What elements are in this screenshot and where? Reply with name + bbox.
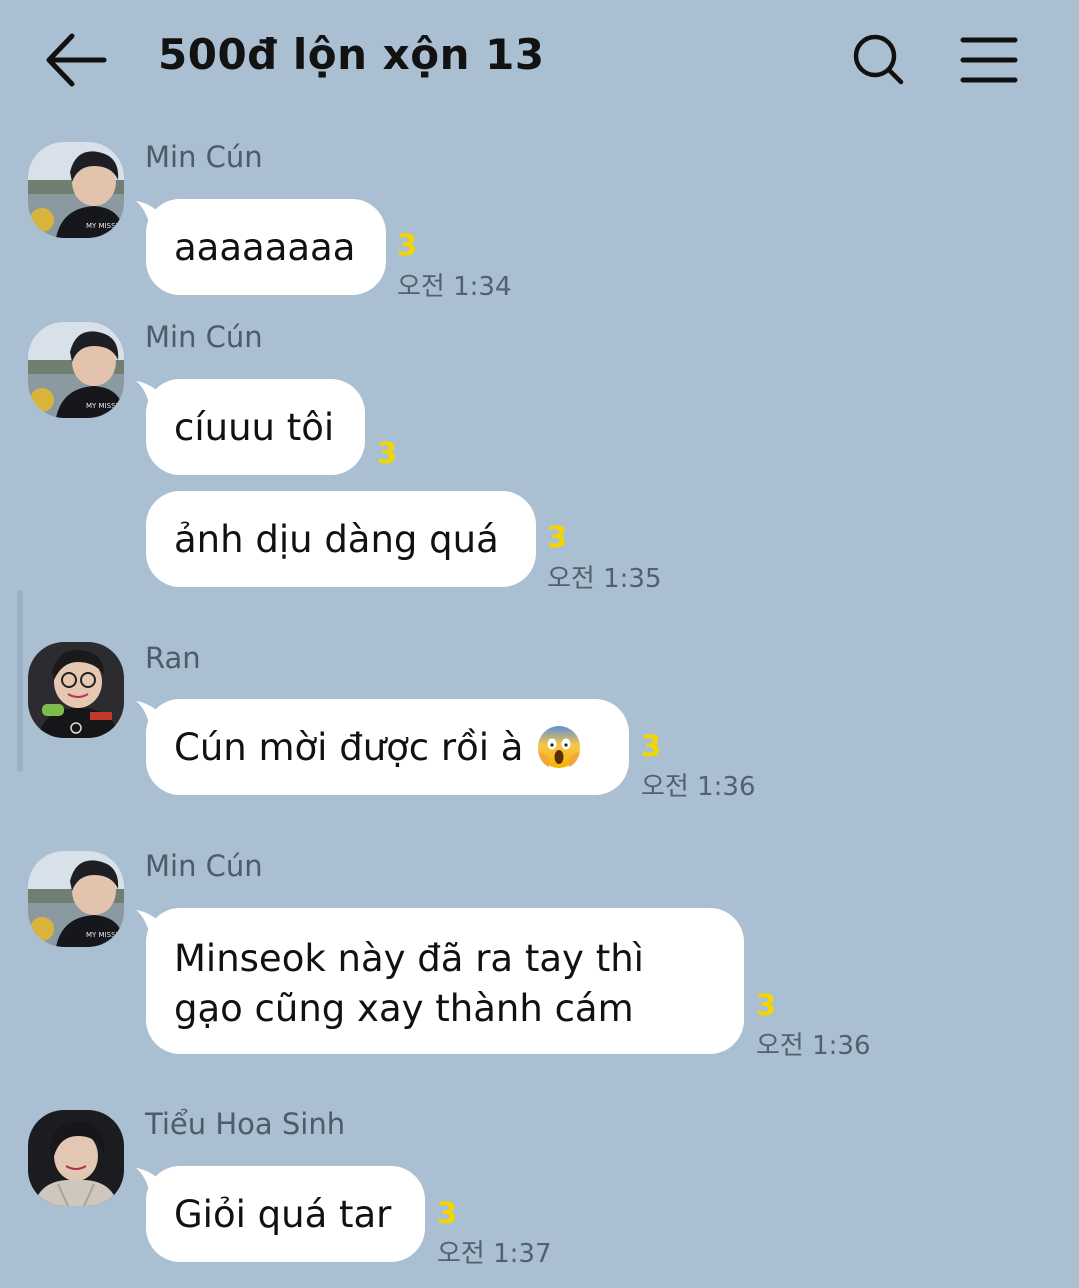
- avatar[interactable]: [28, 642, 124, 738]
- arrow-left-icon: [46, 33, 107, 87]
- sender-name: Min Cún: [145, 320, 263, 354]
- back-button[interactable]: [40, 28, 112, 92]
- unread-count: 3: [397, 228, 418, 262]
- message-text: ảnh dịu dàng quá: [174, 517, 499, 561]
- message-text-line: gạo cũng xay thành cám: [174, 987, 634, 1030]
- hamburger-menu-icon: [960, 37, 1018, 83]
- avatar[interactable]: MY MISSION: [28, 322, 124, 418]
- message-bubble[interactable]: aaaaaaaa: [136, 199, 386, 295]
- message-bubble[interactable]: Cún mời được rồi à: [136, 699, 629, 795]
- message-bubble[interactable]: Minseok này đã ra tay thì gạo cũng xay t…: [136, 908, 744, 1054]
- message-text-line: Minseok này đã ra tay thì: [174, 937, 644, 980]
- message-bubble[interactable]: cíuuu tôi: [136, 379, 365, 475]
- scrollbar-thumb[interactable]: [17, 590, 23, 772]
- message-time: 오전 1:37: [437, 1239, 552, 1269]
- unread-count: 3: [437, 1196, 458, 1230]
- sender-name: Tiểu Hoa Sinh: [145, 1107, 346, 1141]
- svg-text:MY MISSION: MY MISSION: [86, 402, 124, 410]
- sender-name: Ran: [145, 641, 201, 675]
- menu-button[interactable]: [958, 32, 1020, 88]
- chat-title: 500đ lộn xộn 13: [158, 30, 545, 79]
- message-time: 오전 1:35: [547, 564, 662, 594]
- svg-text:MY MISSION: MY MISSION: [86, 222, 124, 230]
- face-screaming-in-fear-emoji: [538, 726, 581, 768]
- avatar[interactable]: MY MISSION: [28, 851, 124, 947]
- chat-header: 500đ lộn xộn 13: [0, 0, 1079, 120]
- chat-screen: 500đ lộn xộn 13 MY MISSION Min Cún: [0, 0, 1079, 1288]
- unread-count: 3: [641, 729, 662, 763]
- message-time: 오전 1:36: [641, 772, 756, 802]
- message-text: aaaaaaaa: [174, 225, 356, 269]
- message-text: Giỏi quá tar: [174, 1192, 392, 1236]
- sender-name: Min Cún: [145, 849, 263, 883]
- avatar[interactable]: [28, 1110, 124, 1206]
- sender-name: Min Cún: [145, 140, 263, 174]
- message-bubble[interactable]: Giỏi quá tar: [136, 1166, 425, 1262]
- avatar[interactable]: MY MISSION: [28, 142, 124, 238]
- message-text: cíuuu tôi: [174, 405, 335, 449]
- unread-count: 3: [756, 988, 777, 1022]
- unread-count: 3: [377, 436, 398, 470]
- message-bubble[interactable]: ảnh dịu dàng quá: [146, 491, 536, 587]
- search-icon: [853, 34, 904, 85]
- message-time: 오전 1:34: [397, 272, 512, 302]
- svg-text:MY MISSION: MY MISSION: [86, 931, 124, 939]
- unread-count: 3: [547, 520, 568, 554]
- message-text: Cún mời được rồi à: [174, 725, 524, 769]
- message-time: 오전 1:36: [756, 1031, 871, 1061]
- search-button[interactable]: [848, 30, 908, 90]
